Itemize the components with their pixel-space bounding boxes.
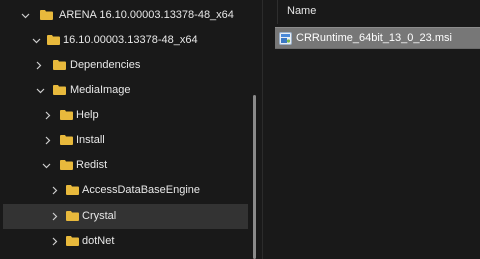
folder-icon: [53, 60, 66, 70]
tree-item-install[interactable]: Install: [3, 128, 248, 153]
tree-item-accessdatabaseengine[interactable]: AccessDataBaseEngine: [3, 178, 248, 203]
folder-icon: [66, 236, 79, 246]
tree-item-label: Install: [76, 134, 105, 146]
chevron-right-icon[interactable]: [49, 229, 61, 254]
file-list: Name CRRuntime_64bit_13_0_23.msi: [263, 0, 480, 259]
file-explorer-window: ARENA 16.10.00003.13378-48_x64 16.10.000…: [0, 0, 480, 259]
tree-item-label: Help: [76, 109, 99, 121]
msi-installer-icon: [279, 32, 292, 45]
tree-item-mediaimage[interactable]: MediaImage: [3, 78, 248, 103]
tree-item-version-folder[interactable]: 16.10.00003.13378-48_x64: [3, 28, 248, 53]
chevron-right-icon[interactable]: [42, 128, 54, 153]
folder-icon: [60, 135, 73, 145]
tree-item-label: MediaImage: [70, 84, 131, 96]
tree-item-label: Redist: [76, 159, 108, 171]
file-name: CRRuntime_64bit_13_0_23.msi: [296, 32, 452, 44]
tree-item-dotnet[interactable]: dotNet: [3, 229, 248, 254]
folder-icon: [47, 35, 60, 45]
tree-item-arena[interactable]: ARENA 16.10.00003.13378-48_x64: [3, 3, 248, 28]
folder-icon: [40, 10, 53, 20]
tree-item-label: dotNet: [82, 235, 115, 247]
folder-icon: [66, 211, 79, 221]
navigation-tree: ARENA 16.10.00003.13378-48_x64 16.10.000…: [0, 0, 262, 259]
tree-scrollbar[interactable]: [253, 95, 256, 259]
tree-item-help[interactable]: Help: [3, 103, 248, 128]
chevron-right-icon[interactable]: [33, 53, 45, 78]
chevron-right-icon[interactable]: [49, 204, 61, 229]
tree-item-label: Crystal: [82, 210, 117, 222]
column-separator[interactable]: [277, 0, 278, 24]
chevron-down-icon[interactable]: [19, 3, 31, 28]
folder-icon: [53, 85, 66, 95]
tree-item-label: 16.10.00003.13378-48_x64: [63, 34, 198, 46]
column-header-name[interactable]: Name: [287, 5, 316, 17]
chevron-right-icon[interactable]: [42, 103, 54, 128]
tree-item-crystal[interactable]: Crystal: [3, 204, 248, 229]
tree-item-label: Dependencies: [70, 59, 141, 71]
file-row-selected[interactable]: CRRuntime_64bit_13_0_23.msi: [275, 27, 480, 49]
folder-icon: [66, 185, 79, 195]
chevron-down-icon[interactable]: [30, 28, 42, 53]
tree-item-redist[interactable]: Redist: [3, 153, 248, 178]
tree-item-label: AccessDataBaseEngine: [82, 184, 201, 196]
chevron-down-icon[interactable]: [40, 153, 52, 178]
chevron-right-icon[interactable]: [49, 178, 61, 203]
folder-icon: [60, 160, 73, 170]
tree-item-label: ARENA 16.10.00003.13378-48_x64: [59, 9, 234, 21]
folder-icon: [60, 110, 73, 120]
tree-item-dependencies[interactable]: Dependencies: [3, 53, 248, 78]
chevron-down-icon[interactable]: [34, 78, 46, 103]
